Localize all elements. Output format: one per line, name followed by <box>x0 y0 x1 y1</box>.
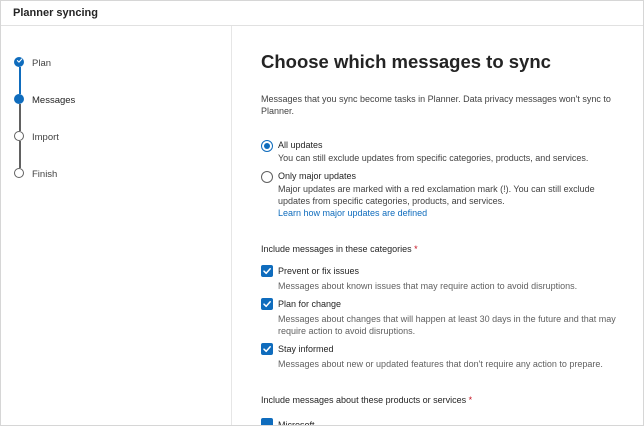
option-all-updates-desc: You can still exclude updates from speci… <box>278 153 589 163</box>
step-finish-pending-icon <box>14 168 24 178</box>
messages-step-content: Choose which messages to sync Messages t… <box>232 26 643 425</box>
prevent-fix-issues-desc: Messages about known issues that may req… <box>278 281 578 291</box>
checkbox-stay-informed[interactable] <box>261 343 273 355</box>
required-marker: * <box>468 395 473 405</box>
wizard-steps-panel: Plan Messages Import Finish <box>1 26 232 425</box>
option-major-updates-label[interactable]: Only major updates <box>278 171 356 181</box>
checkbox-plan-for-change[interactable] <box>261 298 273 310</box>
page-title: Choose which messages to sync <box>261 51 551 72</box>
required-marker: * <box>414 244 418 254</box>
option-all-updates-label[interactable]: All updates <box>278 140 323 150</box>
radio-major-updates[interactable] <box>261 171 273 183</box>
planner-syncing-window: Planner syncing Plan Messages Import Fin… <box>0 0 644 426</box>
step-connector <box>19 141 21 168</box>
step-finish-label: Finish <box>32 169 58 180</box>
stay-informed-desc: Messages about new or updated features t… <box>278 359 603 369</box>
step-import-pending-icon <box>14 131 24 141</box>
app-title: Planner syncing <box>13 7 98 19</box>
categories-heading: Include messages in these categories * <box>261 244 418 254</box>
learn-major-updates-link[interactable]: Learn how major updates are defined <box>278 208 427 218</box>
products-heading: Include messages about these products or… <box>261 395 472 405</box>
step-plan-label[interactable]: Plan <box>32 58 51 69</box>
plan-for-change-label[interactable]: Plan for change <box>278 299 341 309</box>
checkbox-first-product[interactable] <box>261 418 273 425</box>
step-messages-current-icon <box>14 94 24 104</box>
plan-for-change-desc: Messages about changes that will happen … <box>278 314 616 336</box>
categories-heading-text: Include messages in these categories <box>261 244 412 254</box>
products-heading-text: Include messages about these products or… <box>261 395 467 405</box>
prevent-fix-issues-label[interactable]: Prevent or fix issues <box>278 266 359 276</box>
stay-informed-label[interactable]: Stay informed <box>278 344 334 354</box>
step-messages-label[interactable]: Messages <box>32 95 75 106</box>
radio-all-updates[interactable] <box>261 140 273 152</box>
step-plan-check-icon <box>14 57 24 67</box>
intro-text: Messages that you sync become tasks in P… <box>261 94 611 116</box>
title-bar: Planner syncing <box>1 1 643 26</box>
step-connector <box>19 67 21 94</box>
step-connector <box>19 104 21 131</box>
first-product-label[interactable]: Microsoft Dynamics <box>278 420 328 425</box>
step-import-label: Import <box>32 132 59 143</box>
checkbox-prevent-fix-issues[interactable] <box>261 265 273 277</box>
option-major-updates-desc: Major updates are marked with a red excl… <box>278 184 595 206</box>
